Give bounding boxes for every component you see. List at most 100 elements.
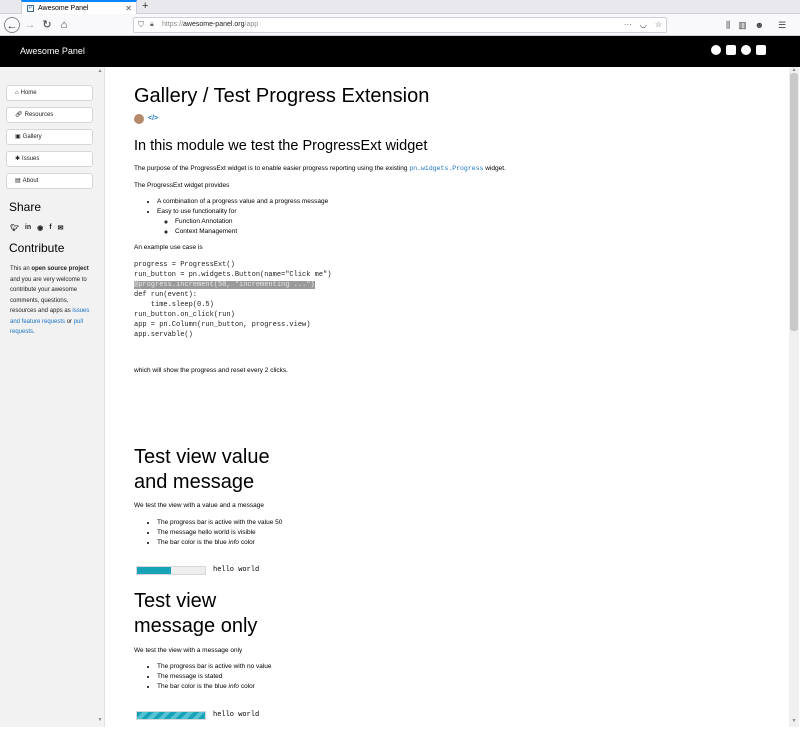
favicon-icon: P [27, 4, 34, 12]
list-item: Function Annotation [175, 217, 328, 227]
features-list: A combination of a progress value and a … [149, 197, 328, 237]
github-icon[interactable] [711, 45, 721, 55]
sidebar-item-label: Resources [24, 112, 54, 118]
email-icon[interactable]: ✉ [58, 224, 64, 232]
docker-icon[interactable] [756, 45, 766, 55]
url-path: /app [244, 21, 259, 28]
code-icon[interactable]: </> [148, 114, 158, 124]
example-outro: which will show the progress and reset e… [134, 367, 288, 374]
bookmark-star-icon[interactable]: ☆ [655, 18, 662, 32]
code-line: time.sleep(0.5) [134, 301, 214, 309]
list-item: The message is stated [157, 672, 272, 682]
open-source-text: open source project [31, 266, 89, 272]
sidebar-scrollbar[interactable]: ▲ ▼ [96, 67, 104, 727]
list-item: Easy to use functionality for Function A… [157, 207, 328, 237]
close-tab-icon[interactable]: ✕ [125, 3, 132, 14]
sidebar-item-label: About [22, 178, 39, 184]
list-item: The message hello world is visible [157, 528, 282, 538]
library-icon[interactable]: ⫼ [726, 17, 730, 33]
example-intro: An example use case is [134, 244, 203, 251]
lock-icon: 🔒︎ [150, 21, 154, 28]
section-value-message-list: The progress bar is active with the valu… [149, 518, 282, 548]
scroll-down-icon[interactable]: ▼ [96, 717, 104, 723]
gallery-icon: ▣ [15, 134, 21, 140]
page-title: Gallery / Test Progress Extension [134, 85, 430, 107]
id-card-icon: ▤ [15, 178, 21, 184]
list-item: Context Management [175, 227, 328, 237]
book-icon[interactable] [726, 45, 736, 55]
back-arrow-icon[interactable]: ← [4, 17, 20, 33]
sidebar: ⌂ Home 🔗︎ Resources ▣ Gallery ✱ Issues ▤… [0, 67, 105, 727]
code-line: def run(event): [134, 291, 198, 299]
progress-bar-indeterminate [136, 711, 206, 720]
code-line: app.servable() [134, 331, 193, 339]
progress-fill-striped [137, 712, 205, 719]
twitter-icon[interactable]: 🐦︎ [10, 224, 19, 232]
progress-message: hello world [213, 711, 260, 719]
code-line: progress = ProgressExt() [134, 261, 235, 269]
sidebar-item-home[interactable]: ⌂ Home [6, 85, 93, 101]
section-message-only-intro: We test the view with a message only [134, 647, 243, 654]
pocket-icon[interactable]: ◡ [640, 18, 647, 32]
section-message-only-list: The progress bar is active with no value… [149, 662, 272, 692]
url-scheme: https:// [162, 21, 184, 28]
sidebar-item-resources[interactable]: 🔗︎ Resources [6, 107, 93, 123]
browser-tab-bar: P Awesome Panel ✕ + [0, 0, 800, 14]
page-actions-icon[interactable]: ··· [624, 18, 632, 32]
list-item: The progress bar is active with the valu… [157, 518, 282, 528]
menu-icon[interactable]: ☰ [778, 17, 786, 33]
url-host: awesome-panel.org [183, 21, 245, 28]
linkedin-icon[interactable]: in [25, 224, 31, 232]
section-message-only-title: Test view message only [134, 590, 258, 637]
provides-text: The ProgressExt widget provides [134, 182, 230, 189]
scroll-up-icon[interactable]: ▲ [96, 68, 104, 74]
link-icon: 🔗︎ [15, 112, 23, 118]
scrollbar-thumb[interactable] [790, 73, 798, 331]
sidebar-item-label: Home [20, 90, 37, 96]
progress-message: hello world [213, 566, 260, 574]
account-icon[interactable]: ☻ [755, 17, 764, 33]
app-header: Awesome Panel [0, 36, 800, 67]
shield-icon: ⛉ [138, 20, 144, 29]
home-icon: ⌂ [15, 90, 19, 96]
browser-tab[interactable]: P Awesome Panel ✕ [21, 0, 137, 14]
tab-title: Awesome Panel [38, 4, 89, 12]
browser-nav-bar: ← → ↻ ⌂ ⛉ 🔒︎ https://awesome-panel.org/a… [0, 14, 800, 36]
main-scrollbar[interactable]: ▲ ▼ [789, 67, 799, 727]
code-line: run_button.on_click(run) [134, 311, 235, 319]
purpose-text: The purpose of the ProgressExt widget is… [134, 165, 506, 172]
contribute-heading: Contribute [9, 241, 65, 255]
code-block: progress = ProgressExt() run_button = pn.… [134, 260, 331, 340]
sidebar-toggle-icon[interactable]: ▥ [738, 17, 747, 33]
list-item: The bar color is the blue info color [157, 538, 282, 548]
facebook-icon[interactable]: f [49, 224, 51, 232]
sidebar-item-label: Issues [22, 156, 40, 162]
progress-fill [137, 567, 171, 574]
sidebar-item-issues[interactable]: ✱ Issues [6, 151, 93, 167]
forward-arrow-icon[interactable]: → [22, 17, 38, 33]
new-tab-icon[interactable]: + [142, 0, 148, 13]
code-line: run_button = pn.widgets.Button(name="Cli… [134, 271, 332, 279]
list-item: A combination of a progress value and a … [157, 197, 328, 207]
home-browser-icon[interactable]: ⌂ [56, 17, 72, 33]
share-heading: Share [9, 200, 42, 214]
section-value-message-title: Test view value and message [134, 446, 270, 493]
sidebar-item-about[interactable]: ▤ About [6, 173, 93, 189]
progress-bar-value [136, 566, 206, 575]
inline-code: pn.widgets.Progress [409, 165, 484, 172]
scroll-down-icon[interactable]: ▼ [789, 718, 799, 724]
app-title[interactable]: Awesome Panel [20, 46, 85, 56]
sidebar-item-label: Gallery [22, 134, 42, 140]
list-item: The bar color is the blue info color [157, 682, 272, 692]
bug-icon: ✱ [15, 156, 21, 162]
code-line: @progress.increment(50, "incrementing ..… [134, 281, 315, 289]
reload-icon[interactable]: ↻ [39, 17, 55, 33]
module-heading: In this module we test the ProgressExt w… [134, 138, 428, 154]
author-avatar[interactable] [134, 114, 144, 124]
sidebar-item-gallery[interactable]: ▣ Gallery [6, 129, 93, 145]
binder-icon[interactable] [741, 45, 751, 55]
code-line: app = pn.Column(run_button, progress.vie… [134, 321, 311, 329]
list-item: The progress bar is active with no value [157, 662, 272, 672]
url-bar[interactable]: ⛉ 🔒︎ https://awesome-panel.org/app ··· ◡… [133, 17, 667, 33]
reddit-icon[interactable]: ◉ [37, 224, 43, 232]
